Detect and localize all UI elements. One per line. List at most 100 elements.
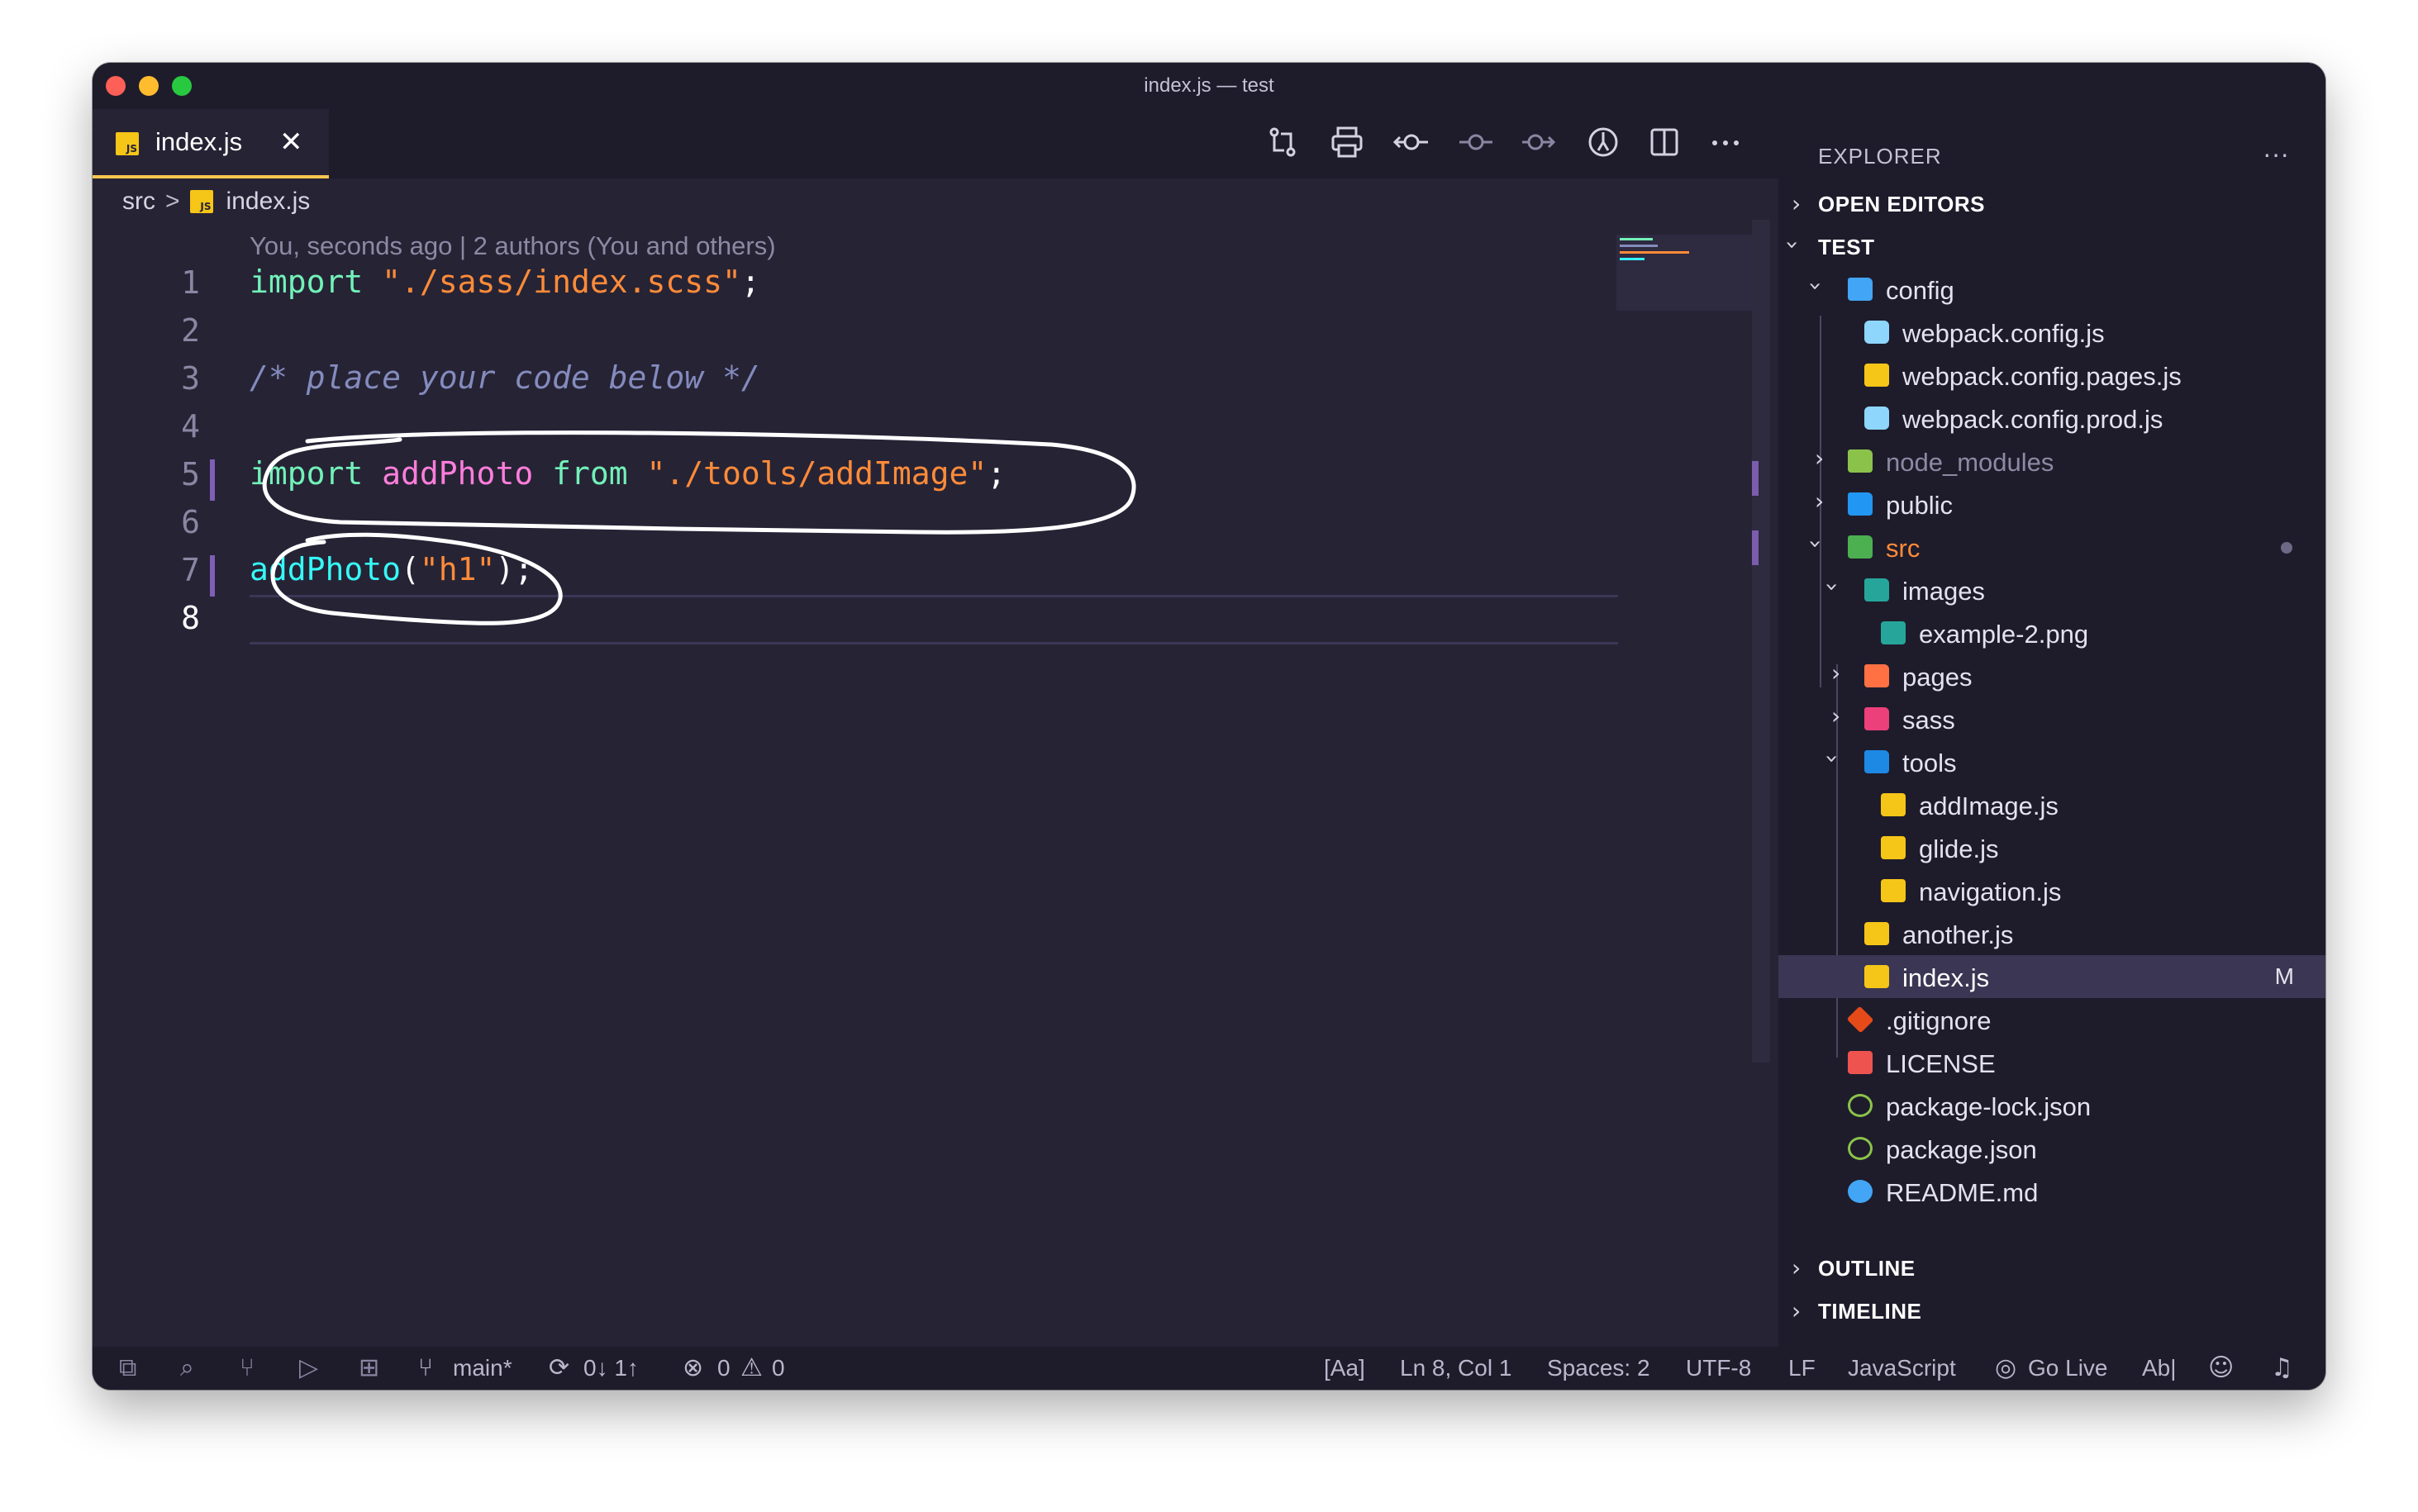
punctuation-token: ; <box>740 264 760 300</box>
indentation[interactable]: Spaces: 2 <box>1547 1355 1650 1381</box>
error-count[interactable]: 0 <box>717 1355 731 1381</box>
timeline-icon[interactable] <box>1587 126 1620 159</box>
tree-item-sass[interactable]: › sass <box>1778 697 2325 740</box>
language-mode[interactable]: JavaScript <box>1848 1355 1956 1381</box>
chevron-right-icon: › <box>1792 1297 1802 1324</box>
git-icon <box>1846 1006 1874 1034</box>
print-icon[interactable] <box>1330 126 1364 159</box>
git-modified-badge: M <box>2274 963 2294 989</box>
git-branch[interactable]: main* <box>453 1355 512 1381</box>
info-icon <box>1848 1180 1873 1203</box>
code-line-7[interactable]: addPhoto("h1"); <box>250 549 533 590</box>
compare-changes-icon[interactable] <box>1268 126 1297 159</box>
tree-item-node-modules[interactable]: › node_modules <box>1778 440 2325 483</box>
tree-item-package-lock-json[interactable]: package-lock.json <box>1778 1084 2325 1127</box>
encoding[interactable]: UTF-8 <box>1686 1355 1751 1381</box>
go-live-button[interactable]: Go Live <box>2028 1355 2108 1381</box>
files-icon[interactable]: ⧉ <box>119 1353 136 1382</box>
close-icon[interactable]: ✕ <box>279 126 303 159</box>
section-outline[interactable]: › OUTLINE <box>1778 1246 2325 1289</box>
tree-item-public[interactable]: › public <box>1778 483 2325 525</box>
js-file-icon: JS <box>116 132 139 155</box>
chevron-down-icon: › <box>1802 539 1830 549</box>
code-line-1[interactable]: import "./sass/index.scss"; <box>250 261 760 302</box>
sync-status[interactable]: 0↓ 1↑ <box>583 1355 639 1381</box>
git-branch-icon: ⑂ <box>418 1353 433 1382</box>
js-file-icon <box>1864 922 1889 945</box>
chevron-right-icon: › <box>1831 702 1841 730</box>
tree-item-index-js[interactable]: index.js M <box>1778 955 2325 998</box>
feedback-icon[interactable]: ☺ <box>2208 1353 2234 1382</box>
tab-index-js[interactable]: JS index.js ✕ <box>93 109 329 178</box>
extensions-icon[interactable]: ⊞ <box>359 1353 379 1382</box>
git-change-marker[interactable] <box>210 555 215 597</box>
tree-item-images[interactable]: › images <box>1778 568 2325 611</box>
current-line-highlight <box>250 595 1618 644</box>
git-commit-icon[interactable] <box>1393 129 1430 155</box>
tree-item-pages[interactable]: › pages <box>1778 654 2325 697</box>
tree-label: another.js <box>1902 920 2014 949</box>
more-actions-icon[interactable] <box>1711 139 1740 147</box>
bell-icon[interactable]: ♫ <box>2271 1353 2293 1382</box>
tree-item-webpack-config-prod[interactable]: webpack.config.prod.js <box>1778 397 2325 440</box>
warning-count[interactable]: 0 <box>772 1355 785 1381</box>
tree-label: webpack.config.js <box>1902 319 2105 348</box>
tree-item-another-js[interactable]: another.js <box>1778 912 2325 955</box>
breadcrumb-file[interactable]: index.js <box>226 188 311 216</box>
tree-item-addimage-js[interactable]: addImage.js <box>1778 783 2325 826</box>
git-commit-previous-icon[interactable] <box>1458 129 1494 155</box>
tree-item-license[interactable]: LICENSE <box>1778 1041 2325 1084</box>
tree-item-src[interactable]: › src <box>1778 525 2325 568</box>
tree-label: index.js <box>1902 963 1990 992</box>
tree-item-gitignore[interactable]: .gitignore <box>1778 998 2325 1041</box>
tree-item-webpack-config[interactable]: webpack.config.js <box>1778 311 2325 354</box>
spell-check-indicator[interactable]: Ab| <box>2142 1355 2177 1381</box>
identifier-token: addPhoto <box>382 455 534 492</box>
tree-label: README.md <box>1886 1178 2039 1207</box>
code-line-3[interactable]: /* place your code below */ <box>250 357 760 398</box>
tree-label: images <box>1902 577 1985 606</box>
keyword-token: import <box>250 455 364 492</box>
webpack-icon <box>1864 321 1889 344</box>
tree-item-example-png[interactable]: example-2.png <box>1778 611 2325 654</box>
section-timeline[interactable]: › TIMELINE <box>1778 1289 2325 1332</box>
run-debug-icon[interactable]: ▷ <box>299 1353 318 1382</box>
breadcrumb-folder[interactable]: src <box>122 188 155 216</box>
folder-config-icon <box>1848 278 1873 301</box>
string-token: "h1" <box>419 551 496 587</box>
git-change-marker[interactable] <box>210 459 215 501</box>
chevron-down-icon: › <box>1819 754 1847 764</box>
active-tab-indicator <box>93 175 329 178</box>
minimap[interactable] <box>1616 235 1752 311</box>
tree-item-webpack-config-pages[interactable]: webpack.config.pages.js <box>1778 354 2325 397</box>
chevron-down-icon: › <box>1802 281 1830 292</box>
vscode-window: index.js — test JS index.js ✕ src > JS i… <box>93 63 2325 1390</box>
tree-item-package-json[interactable]: package.json <box>1778 1127 2325 1170</box>
search-icon[interactable]: ⌕ <box>180 1353 194 1382</box>
folder-public-icon <box>1848 492 1873 516</box>
end-of-line[interactable]: LF <box>1788 1355 1816 1381</box>
section-open-editors[interactable]: › OPEN EDITORS <box>1778 182 2325 225</box>
folder-node-icon <box>1848 449 1873 473</box>
folder-tools-icon <box>1864 750 1889 773</box>
cursor-position[interactable]: Ln 8, Col 1 <box>1400 1355 1511 1381</box>
more-actions-icon[interactable]: ··· <box>2263 139 2289 169</box>
tree-item-navigation-js[interactable]: navigation.js <box>1778 869 2325 912</box>
git-blame-annotation[interactable]: You, seconds ago | 2 authors (You and ot… <box>250 231 776 261</box>
tree-item-tools[interactable]: › tools <box>1778 740 2325 783</box>
tree-item-config[interactable]: › config <box>1778 268 2325 311</box>
folder-src-icon <box>1848 535 1873 559</box>
split-editor-icon[interactable] <box>1649 127 1679 157</box>
git-commit-next-icon[interactable] <box>1521 129 1557 155</box>
breadcrumb-separator: > <box>165 188 180 215</box>
code-editor[interactable]: You, seconds ago | 2 authors (You and ot… <box>93 220 1778 1347</box>
editor-scrollbar[interactable] <box>1752 220 1770 1063</box>
source-control-icon[interactable]: ⑂ <box>240 1353 255 1382</box>
tree-item-glide-js[interactable]: glide.js <box>1778 826 2325 869</box>
case-sensitive-indicator[interactable]: [Aa] <box>1324 1355 1365 1381</box>
chevron-right-icon: › <box>1831 659 1841 687</box>
string-token: "./sass/index.scss" <box>382 264 741 300</box>
code-line-5[interactable]: import addPhoto from "./tools/addImage"; <box>250 453 1006 494</box>
section-test[interactable]: › TEST <box>1778 225 2325 268</box>
tree-item-readme[interactable]: README.md <box>1778 1170 2325 1213</box>
